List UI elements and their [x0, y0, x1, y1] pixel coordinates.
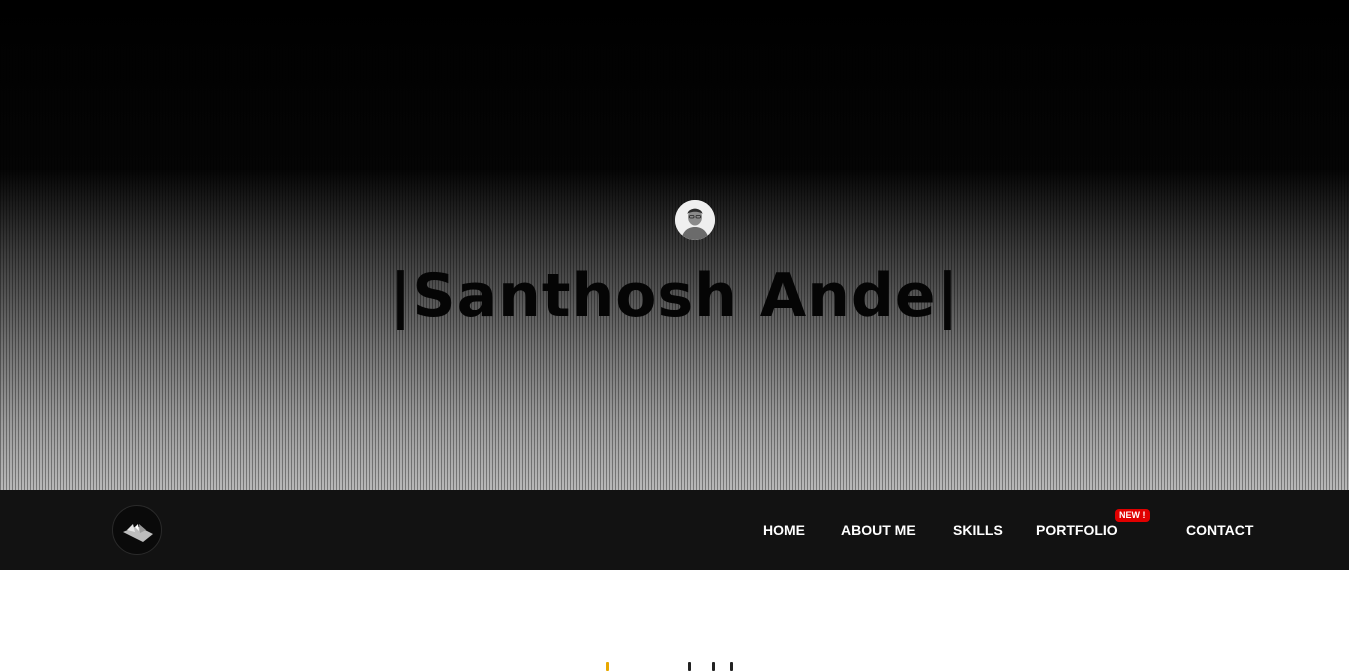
- nav-portfolio-link[interactable]: PORTFOLIO: [1036, 521, 1118, 539]
- section-heading-fragment: [712, 662, 715, 671]
- profile-avatar: [675, 200, 715, 240]
- nav-contact-link[interactable]: CONTACT: [1186, 521, 1253, 539]
- hero-banner: |Santhosh Ande|: [0, 0, 1349, 490]
- nav-about-me-link[interactable]: ABOUT ME: [841, 521, 916, 539]
- section-heading-fragment: [688, 662, 691, 671]
- section-heading-fragment: [730, 662, 733, 671]
- nav-home-link[interactable]: HOME: [763, 521, 805, 539]
- nav-skills-link[interactable]: SKILLS: [953, 521, 1003, 539]
- new-badge: NEW !: [1115, 509, 1150, 522]
- hero-title: |Santhosh Ande|: [389, 261, 960, 331]
- main-navbar: HOME ABOUT ME SKILLS PORTFOLIO NEW ! CON…: [0, 490, 1349, 570]
- section-heading-fragment: [606, 662, 609, 671]
- brand-logo-icon[interactable]: [112, 505, 162, 555]
